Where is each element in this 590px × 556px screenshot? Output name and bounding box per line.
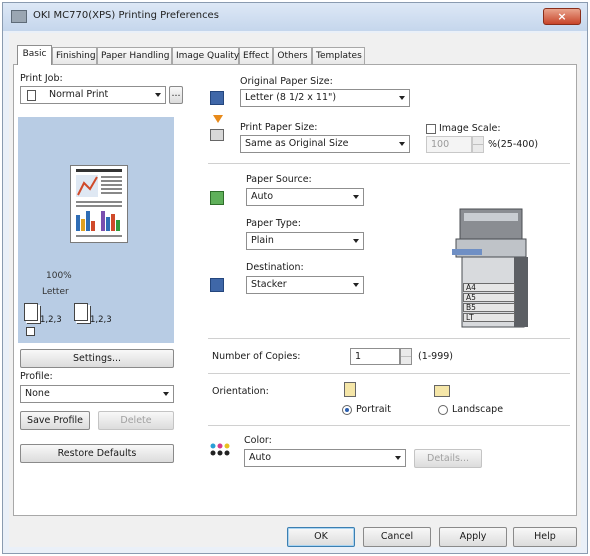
profile-value: None [25,388,50,399]
image-scale-spinner[interactable] [472,136,484,153]
chevron-down-icon [395,456,401,460]
print-paper-size-value: Same as Original Size [245,138,349,149]
cancel-button[interactable]: Cancel [363,527,431,547]
copies-range: (1-999) [418,351,454,362]
dialog-client-area: Basic Finishing Paper Handling Image Qua… [9,33,581,547]
section-divider [208,425,570,426]
window-title: OKI MC770(XPS) Printing Preferences [33,10,219,21]
paper-type-label: Paper Type: [246,218,301,229]
printer-tray-label: B5 [463,303,515,312]
color-select[interactable]: Auto [244,449,406,467]
save-profile-button[interactable]: Save Profile [20,411,90,430]
portrait-label: Portrait [356,404,391,415]
paper-source-value: Auto [251,191,274,202]
paper-source-label: Paper Source: [246,174,312,185]
printer-tray-label: A4 [463,283,515,292]
print-paper-size-label: Print Paper Size: [240,122,318,133]
document-icon [27,90,36,101]
print-job-select[interactable]: Normal Print [20,86,166,104]
delete-profile-button[interactable]: Delete [98,411,174,430]
title-bar[interactable]: OKI MC770(XPS) Printing Preferences × [3,3,587,31]
print-job-value: Normal Print [49,89,109,100]
number-of-copies-label: Number of Copies: [212,351,301,362]
collate-label-a: 1,2,3 [40,315,62,325]
paper-source-icon [210,191,224,205]
tab-effect[interactable]: Effect [239,47,273,65]
printer-tray-label: LT [463,313,515,322]
preview-paper-text: Letter [42,287,69,297]
close-button[interactable]: × [543,8,581,25]
chevron-down-icon [353,239,359,243]
page-preview-thumbnail [70,165,128,243]
landscape-page-icon [434,385,450,397]
image-scale-label: Image Scale: [439,123,501,134]
paper-type-value: Plain [251,235,274,246]
basic-tab-panel: Print Job: Normal Print ... 100% Letter … [13,64,577,516]
color-label: Color: [244,435,272,446]
collate-icon-secondary [74,303,88,321]
section-divider [208,338,570,339]
tab-finishing[interactable]: Finishing [52,47,97,65]
tab-others[interactable]: Others [273,47,312,65]
collate-icon [24,303,38,321]
portrait-page-icon [344,382,356,397]
chevron-down-icon [163,392,169,396]
landscape-label: Landscape [452,404,504,415]
print-job-label: Print Job: [20,73,63,84]
settings-button[interactable]: Settings... [20,349,174,368]
original-paper-size-label: Original Paper Size: [240,76,333,87]
print-paper-icon [210,129,224,141]
color-dots-icon [210,443,230,456]
restore-defaults-button[interactable]: Restore Defaults [20,444,174,463]
paper-source-select[interactable]: Auto [246,188,364,206]
destination-value: Stacker [251,279,287,290]
color-value: Auto [249,452,272,463]
preview-zoom-text: 100% [46,271,72,281]
chevron-down-icon [353,283,359,287]
tab-image-quality[interactable]: Image Quality [172,47,239,65]
destination-select[interactable]: Stacker [246,276,364,294]
original-paper-icon [210,91,224,105]
ok-button[interactable]: OK [287,527,355,547]
image-scale-checkbox[interactable] [426,124,436,134]
preview-panel: 100% Letter 1,2,3 1,2,3 [18,117,174,343]
print-job-more-button[interactable]: ... [169,86,183,104]
chevron-down-icon [399,96,405,100]
orientation-label: Orientation: [212,386,269,397]
section-divider [208,163,570,164]
printing-preferences-window: OKI MC770(XPS) Printing Preferences × Ba… [2,2,588,554]
destination-label: Destination: [246,262,304,273]
print-paper-size-select[interactable]: Same as Original Size [240,135,410,153]
original-paper-size-value: Letter (8 1/2 x 11") [245,92,337,103]
destination-icon [210,278,224,292]
chevron-down-icon [155,93,161,97]
collate-label-b: 1,2,3 [90,315,112,325]
number-of-copies-input[interactable]: 1 [350,348,400,365]
tab-templates[interactable]: Templates [312,47,365,65]
image-scale-input[interactable]: 100 [426,136,472,153]
original-paper-size-select[interactable]: Letter (8 1/2 x 11") [240,89,410,107]
arrow-down-icon [213,115,223,123]
profile-select[interactable]: None [20,385,174,403]
color-details-button[interactable]: Details... [414,449,482,468]
portrait-radio[interactable] [342,405,352,415]
copies-spinner[interactable] [400,348,412,365]
tab-paper-handling[interactable]: Paper Handling [97,47,172,65]
tab-basic[interactable]: Basic [17,45,52,65]
duplex-icon [26,327,35,336]
printer-tray-label: A5 [463,293,515,302]
section-divider [208,373,570,374]
apply-button[interactable]: Apply [439,527,507,547]
chevron-down-icon [353,195,359,199]
profile-label: Profile: [20,371,53,382]
help-button[interactable]: Help [513,527,577,547]
landscape-radio[interactable] [438,405,448,415]
chevron-down-icon [399,142,405,146]
printer-icon [11,10,27,23]
image-scale-range: %(25-400) [488,139,539,150]
paper-type-select[interactable]: Plain [246,232,364,250]
